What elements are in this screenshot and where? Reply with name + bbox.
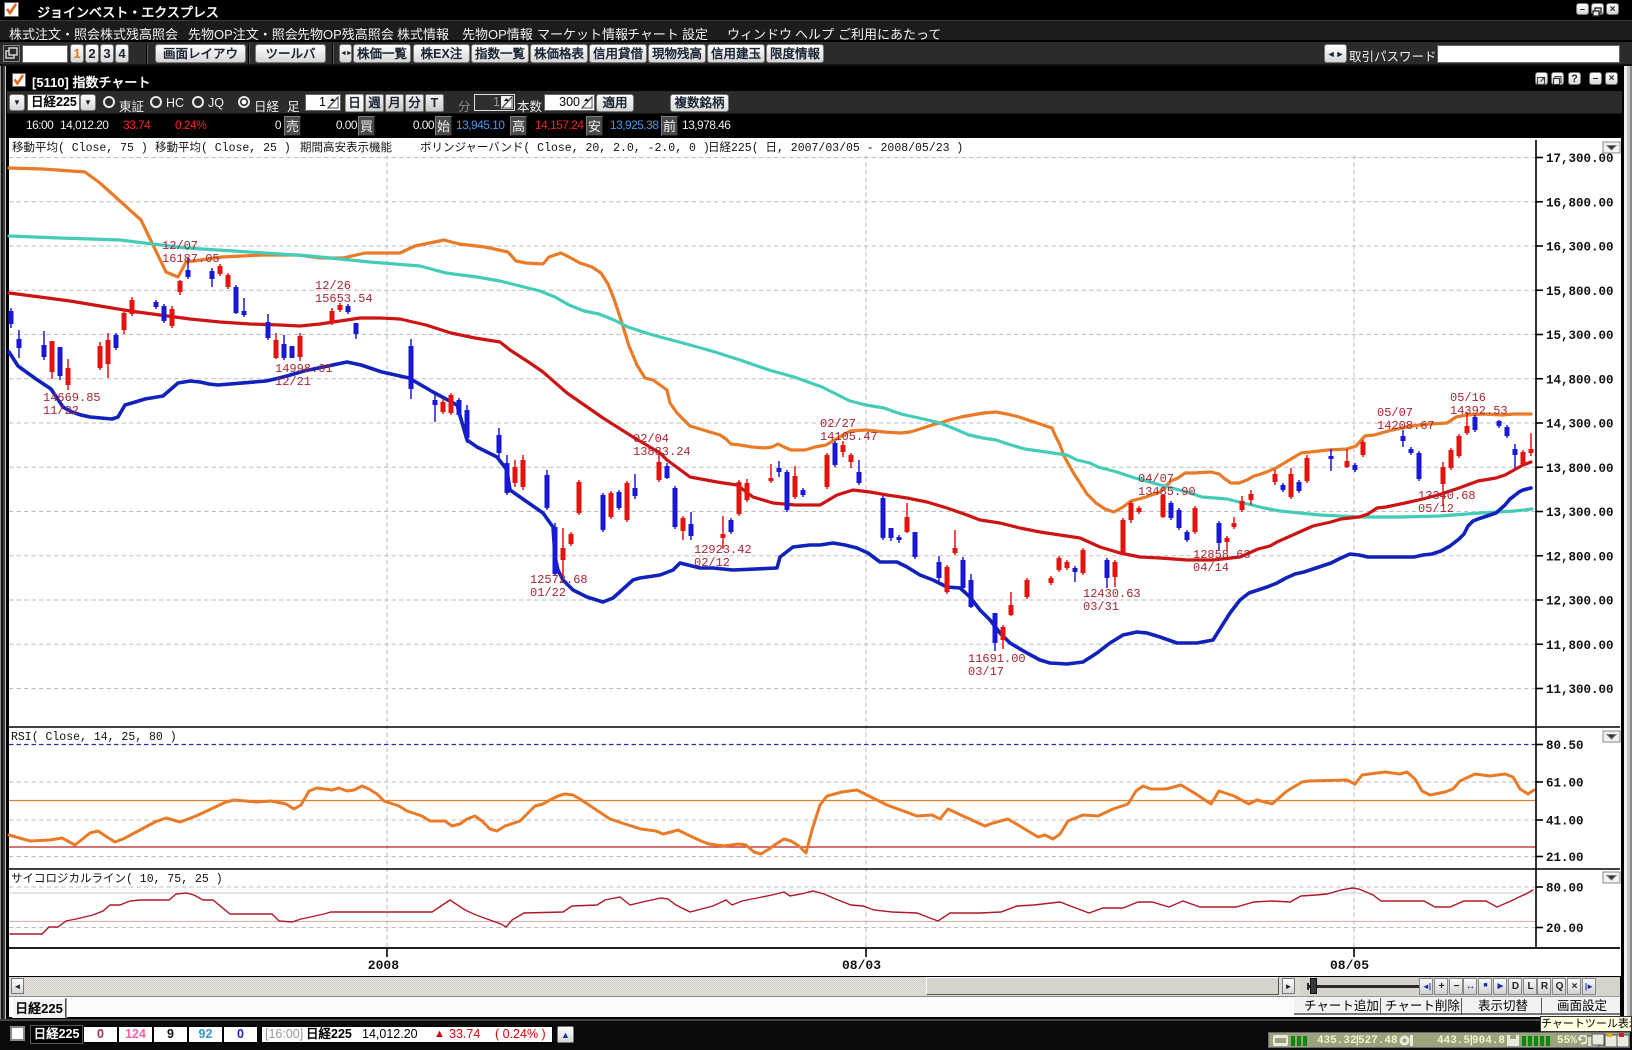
svg-text:02/27: 02/27 [820, 417, 856, 431]
svg-text:11,300.00: 11,300.00 [1546, 683, 1614, 697]
svg-text:13,800.00: 13,800.00 [1546, 462, 1614, 476]
svg-text:13485.90: 13485.90 [1138, 485, 1196, 499]
svg-text:14208.67: 14208.67 [1377, 419, 1435, 433]
svg-text:12572.68: 12572.68 [530, 573, 588, 587]
svg-text:80.50: 80.50 [1546, 739, 1584, 753]
svg-text:2008: 2008 [368, 958, 399, 973]
svg-text:14669.85: 14669.85 [43, 391, 101, 405]
svg-text:08/05: 08/05 [1330, 958, 1369, 973]
svg-text:RSI( Close, 14, 25, 80 ): RSI( Close, 14, 25, 80 ) [11, 731, 177, 744]
svg-text:03/17: 03/17 [968, 665, 1004, 679]
svg-text:移動平均( Close, 75 ): 移動平均( Close, 75 ) [12, 140, 148, 155]
svg-text:05/12: 05/12 [1418, 502, 1454, 516]
svg-text:04/07: 04/07 [1138, 472, 1174, 486]
svg-text:03/31: 03/31 [1083, 600, 1119, 614]
svg-text:12/26: 12/26 [315, 279, 351, 293]
svg-text:14998.01: 14998.01 [275, 362, 333, 376]
svg-text:11,800.00: 11,800.00 [1546, 639, 1614, 653]
svg-text:14105.47: 14105.47 [820, 430, 878, 444]
svg-text:13883.24: 13883.24 [633, 445, 691, 459]
svg-text:11691.00: 11691.00 [968, 652, 1026, 666]
svg-text:15653.54: 15653.54 [315, 292, 373, 306]
svg-text:80.00: 80.00 [1546, 882, 1584, 896]
svg-text:12,800.00: 12,800.00 [1546, 550, 1614, 564]
svg-text:17,300.00: 17,300.00 [1546, 152, 1614, 166]
svg-text:05/16: 05/16 [1450, 391, 1486, 405]
svg-text:12858.63: 12858.63 [1193, 548, 1251, 562]
svg-text:15,300.00: 15,300.00 [1546, 329, 1614, 343]
svg-text:01/22: 01/22 [530, 586, 566, 600]
svg-text:13340.68: 13340.68 [1418, 489, 1476, 503]
svg-text:12430.63: 12430.63 [1083, 587, 1141, 601]
svg-text:16,300.00: 16,300.00 [1546, 241, 1614, 255]
svg-text:15,800.00: 15,800.00 [1546, 285, 1614, 299]
svg-text:61.00: 61.00 [1546, 777, 1584, 791]
svg-text:サイコロジカルライン( 10, 75, 25 ): サイコロジカルライン( 10, 75, 25 ) [11, 872, 223, 886]
svg-text:16,800.00: 16,800.00 [1546, 196, 1614, 210]
svg-text:02/04: 02/04 [633, 432, 669, 446]
svg-text:12,300.00: 12,300.00 [1546, 595, 1614, 609]
svg-text:08/03: 08/03 [842, 958, 881, 973]
svg-text:04/14: 04/14 [1193, 561, 1229, 575]
svg-text:14392.53: 14392.53 [1450, 404, 1508, 418]
svg-text:05/07: 05/07 [1377, 406, 1413, 420]
svg-text:期間高安表示機能: 期間高安表示機能 [300, 140, 392, 155]
svg-text:14,800.00: 14,800.00 [1546, 373, 1614, 387]
svg-text:11/22: 11/22 [43, 404, 79, 418]
svg-text:13,300.00: 13,300.00 [1546, 506, 1614, 520]
svg-text:14,300.00: 14,300.00 [1546, 418, 1614, 432]
svg-text:12/21: 12/21 [275, 375, 311, 389]
svg-text:12/07: 12/07 [162, 239, 198, 253]
svg-text:日経225( 日, 2007/03/05 - 2008/05: 日経225( 日, 2007/03/05 - 2008/05/23 ) [708, 141, 963, 155]
svg-text:02/12: 02/12 [694, 556, 730, 570]
svg-text:20.00: 20.00 [1546, 922, 1584, 936]
svg-text:12923.42: 12923.42 [694, 543, 752, 557]
svg-text:21.00: 21.00 [1546, 851, 1584, 865]
svg-text:41.00: 41.00 [1546, 815, 1584, 829]
svg-text:移動平均( Close, 25 ): 移動平均( Close, 25 ) [155, 140, 291, 155]
svg-text:16187.05: 16187.05 [162, 252, 220, 266]
svg-text:ボリンジャーバンド( Close, 20, 2.0, -2.: ボリンジャーバンド( Close, 20, 2.0, -2.0, 0 ) [420, 141, 710, 155]
